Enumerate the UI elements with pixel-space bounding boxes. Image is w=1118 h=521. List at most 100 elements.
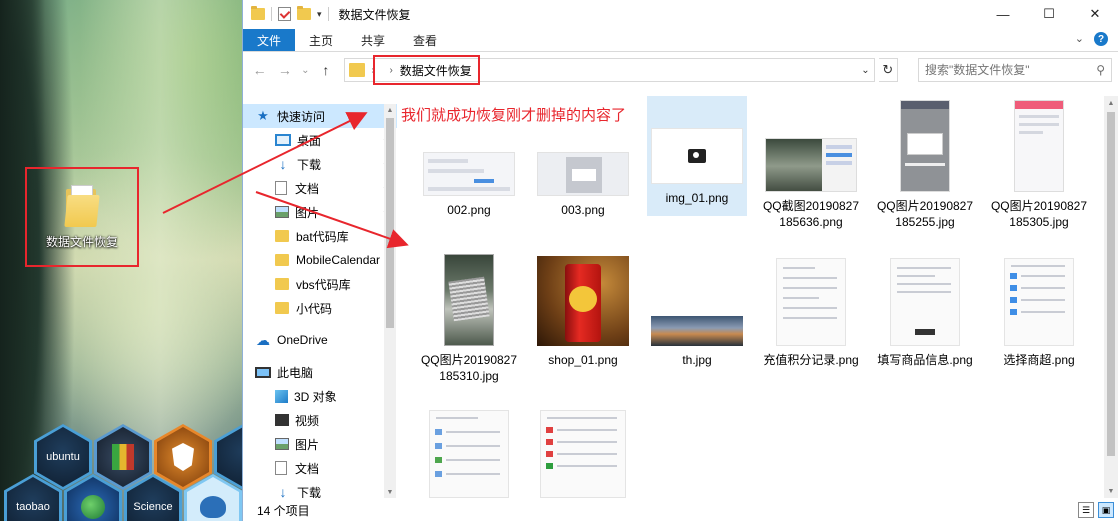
tab-home[interactable]: 主页 <box>295 29 347 51</box>
properties-icon[interactable] <box>278 7 291 21</box>
minimize-button[interactable]: — <box>980 0 1026 28</box>
download-icon: ↓ <box>279 156 287 172</box>
file-tile[interactable]: QQ图片20190827185305.jpg <box>989 100 1089 230</box>
thumbnail <box>776 254 846 346</box>
divider <box>327 7 329 21</box>
file-tile[interactable]: 填写商品信息.png <box>875 254 975 368</box>
item-count: 14 个项目 <box>257 503 310 518</box>
recent-locations-dropdown[interactable]: ⌄ <box>300 59 312 81</box>
camera-icon <box>688 149 706 163</box>
file-tile[interactable]: th.jpg <box>647 254 747 368</box>
address-path-segment[interactable]: › 数据文件恢复 <box>373 55 480 85</box>
sidebar-item-pc-documents[interactable]: 文档 <box>243 456 397 480</box>
pc-icon <box>255 366 271 378</box>
pictures-icon <box>275 206 289 218</box>
sidebar-item-this-pc[interactable]: 此电脑 <box>243 360 397 384</box>
details-view-icon[interactable]: ☰ <box>1078 502 1094 518</box>
file-tile[interactable]: 选择商超.png <box>989 254 1089 368</box>
sidebar-item-vbs-code[interactable]: vbs代码库 <box>243 272 397 296</box>
dock-taobao-label: taobao <box>16 501 50 513</box>
thumbnail <box>429 406 509 498</box>
tab-file[interactable]: 文件 <box>243 29 296 51</box>
view-toggle: ☰ ▣ <box>1078 502 1114 518</box>
folder-icon <box>275 254 289 266</box>
file-tile[interactable]: 002.png <box>419 140 519 218</box>
sidebar-item-label: OneDrive <box>277 333 328 347</box>
window-controls: — ☐ ✕ <box>980 0 1118 28</box>
sidebar-item-pictures[interactable]: 图片 ✦ <box>243 200 397 224</box>
file-tile[interactable]: 003.png <box>533 140 633 218</box>
thumbnail <box>1004 254 1074 346</box>
expand-ribbon-icon[interactable]: ⌄ <box>1075 32 1084 46</box>
thumbnail <box>1014 100 1064 192</box>
scroll-up-arrow[interactable]: ▲ <box>384 104 396 116</box>
quick-access-toolbar: ▾ <box>243 6 329 21</box>
new-folder-icon[interactable] <box>297 6 311 20</box>
sidebar-item-videos[interactable]: 视频 <box>243 408 397 432</box>
scroll-thumb[interactable] <box>1107 112 1115 456</box>
search-input[interactable] <box>925 63 1096 77</box>
sidebar-item-mobilecalendar[interactable]: MobileCalendar <box>243 248 397 272</box>
qq-penguin-icon <box>200 496 226 518</box>
sidebar-item-label: vbs代码库 <box>296 277 351 292</box>
thumbnail <box>890 254 960 346</box>
address-bar[interactable]: › › 数据文件恢复 ⌄ <box>344 55 875 85</box>
sidebar-item-documents[interactable]: 文档 ✦ <box>243 176 397 200</box>
up-button[interactable]: ↑ <box>315 59 336 81</box>
desktop-folder-label: 数据文件恢复 <box>45 234 118 249</box>
close-button[interactable]: ✕ <box>1072 0 1118 28</box>
content-scrollbar[interactable]: ▲ ▼ <box>1104 96 1118 498</box>
help-icon[interactable]: ? <box>1094 32 1108 46</box>
file-tile[interactable] <box>419 406 519 498</box>
tab-view[interactable]: 查看 <box>399 29 451 51</box>
sidebar-item-bat-code[interactable]: bat代码库 <box>243 224 397 248</box>
search-box[interactable]: ⚲ <box>918 58 1112 82</box>
file-name: QQ图片20190827185305.jpg <box>990 199 1088 229</box>
file-name: img_01.png <box>665 191 729 205</box>
file-view: 我们就成功恢复刚才删掉的内容了 002.png 003.png img_01.p… <box>399 96 1105 498</box>
scroll-down-arrow[interactable]: ▼ <box>1104 484 1118 498</box>
customize-toolbar-dropdown[interactable]: ▾ <box>317 9 322 20</box>
forward-button[interactable]: → <box>274 59 295 81</box>
file-name: 002.png <box>447 203 491 217</box>
sidebar-scrollbar[interactable]: ▲ ▼ <box>384 104 396 498</box>
document-icon <box>275 181 287 195</box>
dock-science-label: Science <box>133 501 173 513</box>
sidebar-item-3d-objects[interactable]: 3D 对象 <box>243 384 397 408</box>
file-name: QQ图片20190827185310.jpg <box>420 353 518 383</box>
scroll-thumb[interactable] <box>386 118 394 328</box>
file-tile-selected[interactable]: img_01.png <box>647 96 747 216</box>
desktop-folder-shortcut[interactable]: 数据文件恢复 <box>25 167 139 267</box>
file-tile[interactable]: QQ图片20190827185310.jpg <box>419 254 519 384</box>
file-tile[interactable]: shop_01.png <box>533 254 633 368</box>
sidebar-item-downloads[interactable]: ↓ 下载 ✦ <box>243 152 397 176</box>
sidebar-item-desktop[interactable]: 桌面 ✦ <box>243 128 397 152</box>
title-bar: ▾ 数据文件恢复 — ☐ ✕ <box>243 0 1118 28</box>
back-button[interactable]: ← <box>249 59 270 81</box>
file-tile[interactable]: QQ图片20190827185255.jpg <box>875 100 975 230</box>
globe-download-icon <box>81 495 105 519</box>
thumbnail <box>651 128 743 184</box>
maximize-button[interactable]: ☐ <box>1026 0 1072 28</box>
divider <box>271 7 272 21</box>
address-path-text: 数据文件恢复 <box>399 63 472 78</box>
file-tile[interactable]: QQ截图20190827185636.png <box>761 138 861 230</box>
folder-icon <box>275 278 289 290</box>
tab-share[interactable]: 共享 <box>347 29 399 51</box>
sidebar-item-label: 桌面 <box>297 133 322 148</box>
sidebar-item-quick-access[interactable]: ★ 快速访问 <box>243 104 397 128</box>
file-tile[interactable]: 充值积分记录.png <box>761 254 861 368</box>
refresh-button[interactable]: ↻ <box>878 58 899 82</box>
sidebar-item-pc-downloads[interactable]: ↓ 下载 <box>243 480 397 498</box>
large-icons-view-icon[interactable]: ▣ <box>1098 502 1114 518</box>
sidebar-item-onedrive[interactable]: ☁ OneDrive <box>243 328 397 352</box>
scroll-up-arrow[interactable]: ▲ <box>1104 96 1118 110</box>
navigation-pane: ★ 快速访问 桌面 ✦ ↓ 下载 ✦ 文档 ✦ 图片 ✦ bat代码库 <box>243 104 397 498</box>
sidebar-item-label: 文档 <box>295 181 320 196</box>
file-tile[interactable] <box>533 406 633 498</box>
scroll-down-arrow[interactable]: ▼ <box>384 486 396 498</box>
sidebar-item-pc-pictures[interactable]: 图片 <box>243 432 397 456</box>
sidebar-item-small-code[interactable]: 小代码 <box>243 296 397 320</box>
status-bar: 14 个项目 <box>243 499 1118 521</box>
address-dropdown-icon[interactable]: ⌄ <box>861 65 869 76</box>
